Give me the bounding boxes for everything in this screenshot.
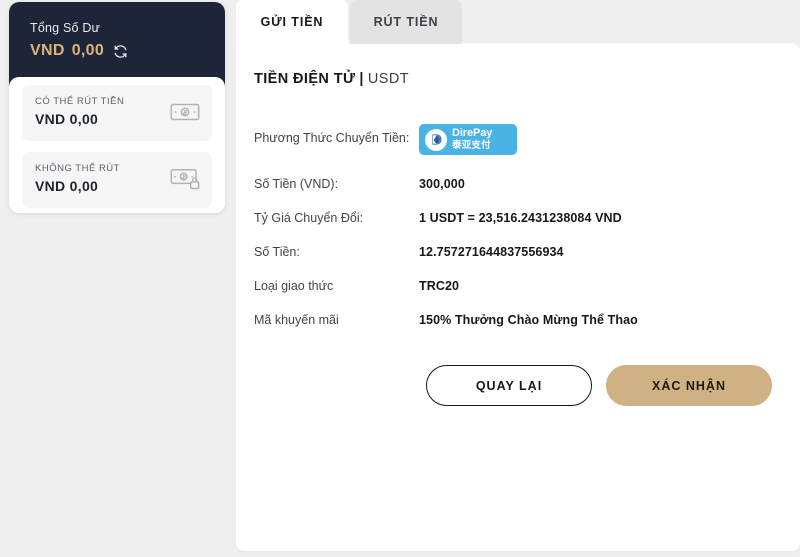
row-label: Số Tiền: bbox=[254, 245, 300, 259]
row-protocol: Loại giao thức TRC20 bbox=[254, 277, 782, 311]
tab-withdraw[interactable]: RÚT TIỀN bbox=[350, 0, 462, 44]
row-label: Tỷ Giá Chuyển Đổi: bbox=[254, 211, 364, 225]
row-label: Phương Thức Chuyển Tiền: bbox=[254, 131, 410, 145]
direpay-name: DirePay bbox=[452, 127, 493, 140]
direpay-logo[interactable]: DirePay 泰亚支付 bbox=[419, 124, 517, 155]
row-value: 150% Thưởng Chào Mừng Thể Thao bbox=[419, 313, 638, 327]
subcard-amount: VND 0,00 bbox=[35, 111, 98, 127]
direpay-wordmark: DirePay 泰亚支付 bbox=[452, 128, 492, 151]
total-balance-value: 0,00 bbox=[71, 42, 105, 59]
subcard-currency: VND bbox=[35, 111, 66, 127]
row-label: Mã khuyến mãi bbox=[254, 313, 339, 327]
subcard-value: 0,00 bbox=[69, 111, 99, 127]
total-balance-currency: VND bbox=[30, 42, 65, 59]
section-title: TIỀN ĐIỆN TỬ | USDT bbox=[254, 71, 409, 87]
balance-subcards: CÓ THỂ RÚT TIỀN VND 0,00 KHÔNG THỂ RÚT V… bbox=[9, 77, 225, 213]
row-value: 12.757271644837556934 bbox=[419, 245, 564, 259]
row-promo-code: Mã khuyến mãi 150% Thưởng Chào Mừng Thể … bbox=[254, 311, 782, 345]
deposit-panel: GỬI TIỀN RÚT TIỀN TIỀN ĐIỆN TỬ | USDT Phươ… bbox=[236, 0, 800, 551]
section-title-main: TIỀN ĐIỆN TỬ bbox=[254, 71, 356, 87]
summary-rows: Phương Thức Chuyển Tiền: DirePay 泰亚支付 Số… bbox=[254, 124, 782, 345]
section-title-sub: USDT bbox=[367, 71, 409, 87]
total-balance-amount-row: VND 0,00 bbox=[30, 42, 128, 60]
back-button[interactable]: QUAY LẠI bbox=[426, 365, 592, 406]
subcard-value: 0,00 bbox=[69, 178, 99, 194]
subcard-withdrawable[interactable]: CÓ THỂ RÚT TIỀN VND 0,00 bbox=[22, 85, 212, 141]
subcard-amount: VND 0,00 bbox=[35, 178, 98, 194]
section-title-divider: | bbox=[359, 71, 364, 87]
row-label: Số Tiền (VND): bbox=[254, 177, 339, 191]
subcard-label: KHÔNG THỂ RÚT bbox=[35, 163, 120, 174]
confirm-button[interactable]: XÁC NHẬN bbox=[606, 365, 772, 406]
subcard-non-withdrawable[interactable]: KHÔNG THỂ RÚT VND 0,00 bbox=[22, 152, 212, 208]
panel-tabs: GỬI TIỀN RÚT TIỀN bbox=[236, 0, 462, 44]
row-value: DirePay 泰亚支付 bbox=[419, 124, 782, 155]
tab-deposit[interactable]: GỬI TIỀN bbox=[236, 0, 348, 44]
row-amount-crypto: Số Tiền: 12.757271644837556934 bbox=[254, 243, 782, 277]
banknote-icon bbox=[170, 100, 200, 124]
total-balance-header: Tổng Số Dư VND 0,00 bbox=[9, 2, 225, 88]
subcard-label: CÓ THỂ RÚT TIỀN bbox=[35, 96, 125, 107]
total-balance-label: Tổng Số Dư bbox=[30, 21, 101, 35]
refresh-icon[interactable] bbox=[113, 44, 128, 59]
action-buttons: QUAY LẠI XÁC NHẬN bbox=[426, 365, 772, 406]
row-value: 300,000 bbox=[419, 177, 465, 191]
subcard-currency: VND bbox=[35, 178, 66, 194]
row-value: 1 USDT = 23,516.2431238084 VND bbox=[419, 211, 622, 225]
row-exchange-rate: Tỷ Giá Chuyển Đổi: 1 USDT = 23,516.24312… bbox=[254, 209, 782, 243]
balance-card: Tổng Số Dư VND 0,00 CÓ THỂ RÚT TIỀN VND … bbox=[9, 2, 225, 213]
direpay-mark-icon bbox=[425, 128, 447, 151]
row-amount-vnd: Số Tiền (VND): 300,000 bbox=[254, 175, 782, 209]
sidebar: Tổng Số Dư VND 0,00 CÓ THỂ RÚT TIỀN VND … bbox=[0, 0, 235, 557]
row-label: Loại giao thức bbox=[254, 279, 334, 293]
row-payment-method: Phương Thức Chuyển Tiền: DirePay 泰亚支付 bbox=[254, 124, 782, 175]
row-value: TRC20 bbox=[419, 279, 460, 293]
panel-body: TIỀN ĐIỆN TỬ | USDT Phương Thức Chuyển Tiề… bbox=[236, 43, 800, 551]
banknote-lock-icon bbox=[170, 167, 200, 191]
direpay-name-cn: 泰亚支付 bbox=[452, 140, 491, 152]
app-root: Tổng Số Dư VND 0,00 CÓ THỂ RÚT TIỀN VND … bbox=[0, 0, 800, 557]
